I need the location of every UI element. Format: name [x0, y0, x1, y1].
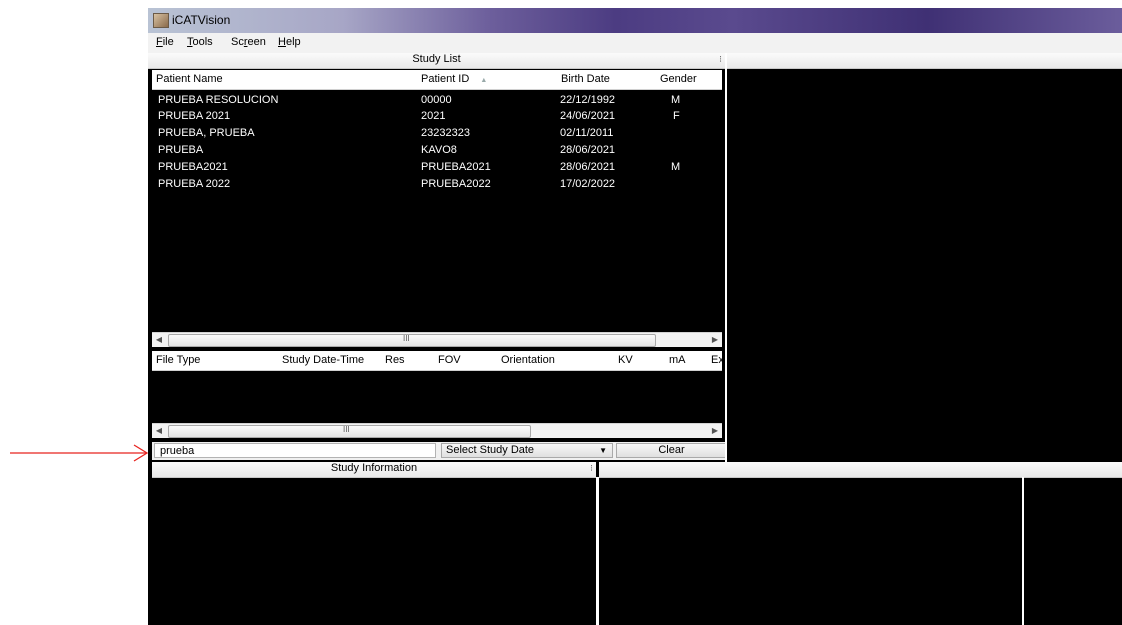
window-title: iCATVision: [172, 13, 231, 27]
column-gender[interactable]: Gender: [660, 73, 697, 85]
table-row[interactable]: PRUEBA KAVO8 28/06/2021: [152, 142, 722, 158]
viewer-header: [727, 53, 1122, 69]
table-row[interactable]: PRUEBA 2021 2021 24/06/2021 F: [152, 108, 722, 124]
column-orientation[interactable]: Orientation: [501, 354, 555, 366]
column-kv[interactable]: KV: [618, 354, 633, 366]
app-icon: [153, 13, 169, 28]
menu-help[interactable]: Help: [278, 36, 301, 48]
table-row[interactable]: PRUEBA2021 PRUEBA2021 28/06/2021 M: [152, 159, 722, 175]
study-list-header: Study List ⁝: [148, 53, 725, 69]
pane-splitter[interactable]: [725, 53, 727, 462]
column-ma[interactable]: mA: [669, 354, 686, 366]
pane-splitter[interactable]: [596, 477, 599, 625]
column-birth-date[interactable]: Birth Date: [561, 73, 610, 85]
column-file-type[interactable]: File Type: [156, 354, 200, 366]
column-exposure[interactable]: Ex: [711, 354, 724, 366]
column-patient-id[interactable]: Patient ID ▲: [421, 73, 487, 85]
search-input[interactable]: prueba: [154, 443, 436, 458]
column-patient-name[interactable]: Patient Name: [156, 73, 223, 85]
menu-file[interactable]: File: [156, 36, 174, 48]
pane-grip-icon[interactable]: ⁝: [719, 54, 722, 65]
table-row[interactable]: PRUEBA 2022 PRUEBA2022 17/02/2022: [152, 176, 722, 192]
scans-hscrollbar[interactable]: ◀ III ▶: [152, 423, 722, 438]
scroll-left-icon[interactable]: ◀: [152, 425, 166, 437]
clear-button[interactable]: Clear: [616, 443, 727, 458]
scroll-thumb[interactable]: III: [168, 334, 656, 347]
column-res[interactable]: Res: [385, 354, 405, 366]
table-row[interactable]: PRUEBA, PRUEBA 23232323 02/11/2011: [152, 125, 722, 141]
menu-bar: File Tools Screen Help: [148, 33, 1122, 54]
study-information-header: Study Information ⁝: [152, 462, 596, 478]
study-information-title: Study Information: [330, 462, 418, 474]
viewer-header-bottom: [599, 462, 1122, 478]
scroll-right-icon[interactable]: ▶: [708, 425, 722, 437]
column-fov[interactable]: FOV: [438, 354, 461, 366]
menu-screen[interactable]: Screen: [231, 36, 266, 48]
annotation-arrow-icon: [10, 444, 149, 462]
title-bar: iCATVision: [148, 8, 1122, 33]
study-list-body: PRUEBA RESOLUCION 00000 22/12/1992 M PRU…: [152, 92, 722, 332]
pane-splitter[interactable]: [1022, 477, 1024, 625]
menu-tools[interactable]: Tools: [187, 36, 213, 48]
scroll-right-icon[interactable]: ▶: [708, 334, 722, 346]
column-study-date-time[interactable]: Study Date-Time: [282, 354, 364, 366]
scroll-left-icon[interactable]: ◀: [152, 334, 166, 346]
pane-grip-icon[interactable]: ⁝: [590, 463, 593, 474]
study-date-select[interactable]: Select Study Date ▼: [441, 443, 613, 458]
sort-ascending-icon: ▲: [480, 77, 488, 84]
app-window: iCATVision File Tools Screen Help Study …: [148, 8, 1122, 625]
study-list-hscrollbar[interactable]: ◀ III ▶: [152, 332, 722, 347]
search-bar: prueba Select Study Date ▼ Clear: [152, 442, 727, 460]
chevron-down-icon: ▼: [599, 446, 607, 455]
scroll-thumb[interactable]: III: [168, 425, 531, 438]
scans-columns: File Type Study Date-Time Res FOV Orient…: [152, 351, 724, 371]
study-list-columns: Patient Name Patient ID ▲ Birth Date Gen…: [152, 70, 722, 90]
table-row[interactable]: PRUEBA RESOLUCION 00000 22/12/1992 M: [152, 92, 722, 108]
study-list-title: Study List: [412, 53, 461, 65]
